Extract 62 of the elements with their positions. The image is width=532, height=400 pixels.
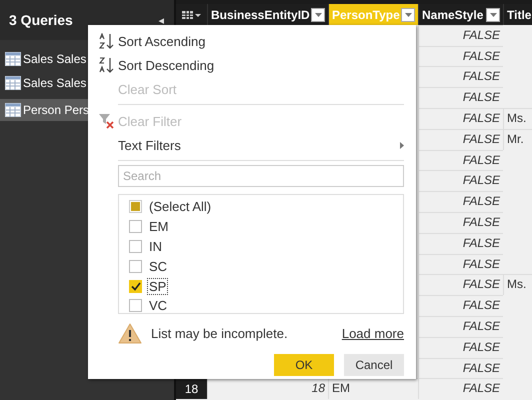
table-cell: Ms.	[503, 108, 532, 129]
search-field[interactable]: Search	[118, 165, 404, 187]
value-label[interactable]: SP	[147, 278, 168, 295]
pane-title: 3 Queries	[9, 12, 73, 28]
cancel-button[interactable]: Cancel	[344, 354, 404, 376]
table-icon	[5, 52, 21, 66]
menu-item[interactable]: Sort Ascending	[95, 29, 404, 53]
table-cell: FALSE	[418, 66, 503, 88]
caret-icon	[490, 12, 496, 16]
menu-item[interactable]: Sort Descending	[95, 53, 404, 77]
table-icon	[5, 76, 21, 90]
ok-button[interactable]: OK	[274, 354, 334, 376]
table-cell: FALSE	[418, 274, 503, 296]
caret-icon	[314, 12, 322, 16]
submenu-arrow-icon	[400, 142, 404, 148]
column-header[interactable]: NameStyle	[418, 4, 503, 25]
warning-text: List may be incomplete.	[151, 326, 288, 341]
value-label[interactable]: IN	[147, 238, 164, 255]
value-label[interactable]: SC	[147, 258, 170, 275]
dropdown-button[interactable]	[311, 8, 325, 22]
table-cell: FALSE	[418, 254, 503, 274]
table-cell: FALSE	[418, 108, 503, 129]
row-number: 18	[176, 378, 207, 400]
checkbox[interactable]	[129, 220, 142, 234]
table-cell: FALSE	[418, 46, 503, 66]
checkbox[interactable]	[129, 240, 142, 253]
table-cell: FALSE	[418, 336, 503, 358]
checkbox[interactable]	[129, 260, 142, 273]
collapse-button[interactable]: ◂	[158, 14, 164, 26]
table-menu-icon	[182, 10, 202, 20]
table-cell: FALSE	[418, 212, 503, 233]
sort-descending-icon	[99, 57, 115, 73]
table-cell: Ms.	[503, 274, 532, 296]
caret-icon	[404, 12, 412, 16]
table-cell: FALSE	[418, 191, 503, 212]
table-cell: Mr.	[503, 128, 532, 150]
value-label[interactable]: EM	[147, 218, 170, 236]
table-cell: FALSE	[418, 378, 503, 400]
table-cell: FALSE	[418, 150, 503, 170]
column-header[interactable]: BusinessEntityID	[207, 4, 328, 25]
table-cell: FALSE	[418, 295, 503, 316]
table-cell: FALSE	[418, 87, 503, 108]
checkbox[interactable]	[129, 200, 142, 214]
value-label[interactable]: VC	[147, 297, 170, 314]
table-cell: FALSE	[418, 358, 503, 378]
checkbox[interactable]	[129, 299, 142, 312]
table-cell: FALSE	[418, 232, 503, 254]
table-cell: FALSE	[418, 170, 503, 192]
menu-item[interactable]: Text Filters	[95, 133, 404, 157]
dropdown-button[interactable]	[486, 8, 500, 22]
sort-ascending-icon	[99, 33, 115, 49]
table-cell: FALSE	[418, 316, 503, 337]
checkbox[interactable]	[129, 280, 142, 293]
value-label[interactable]: (Select All)	[147, 198, 214, 216]
clear-filter-icon	[99, 113, 115, 129]
column-header[interactable]: Title	[503, 4, 532, 25]
table-cell: FALSE	[418, 128, 503, 150]
warning-icon	[118, 323, 142, 344]
load-more-link[interactable]: Load more	[342, 326, 404, 341]
table-cell: FALSE	[418, 24, 503, 46]
table-icon	[5, 103, 21, 117]
check-icon	[130, 282, 140, 291]
